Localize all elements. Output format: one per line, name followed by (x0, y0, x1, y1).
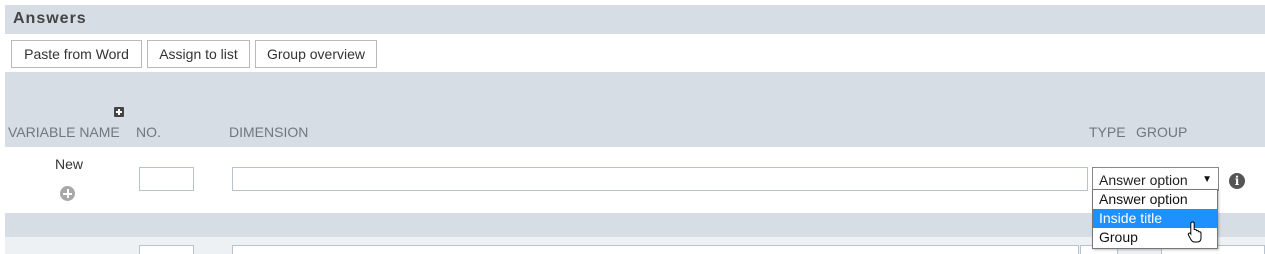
type-select[interactable]: Answer option ▼ (1092, 167, 1219, 191)
new-answer-row: New Answer option ▼ i (5, 147, 1265, 213)
number-input[interactable] (139, 167, 194, 191)
dimension-input-partial[interactable] (232, 245, 1079, 254)
column-group: GROUP (1136, 124, 1188, 140)
panel-title: Answers (13, 10, 87, 27)
answers-toolbar: Paste from Word Assign to list Group ove… (5, 34, 1265, 72)
type-select-value: Answer option (1099, 172, 1188, 188)
group-overview-button[interactable]: Group overview (255, 40, 377, 68)
add-circle-icon[interactable] (60, 186, 75, 201)
column-dimension: DIMENSION (229, 124, 309, 140)
info-icon[interactable]: i (1229, 173, 1245, 189)
column-header-row: VARIABLE NAME NO. DIMENSION TYPE GROUP (5, 72, 1265, 147)
paste-from-word-button[interactable]: Paste from Word (11, 40, 142, 68)
column-no: NO. (136, 124, 161, 140)
dropdown-option-answer-option[interactable]: Answer option (1093, 190, 1217, 209)
column-variable-name: VARIABLE NAME (8, 124, 120, 140)
column-type: TYPE (1089, 124, 1126, 140)
assign-to-list-button[interactable]: Assign to list (147, 40, 250, 68)
dimension-input[interactable] (232, 167, 1088, 191)
number-input-partial[interactable] (139, 245, 194, 254)
answer-row-partial (5, 237, 1265, 254)
mouse-pointer-icon (1187, 221, 1202, 243)
answers-panel-header: Answers (5, 5, 1265, 34)
new-row-label: New (55, 156, 84, 172)
expand-plus-icon[interactable] (114, 107, 124, 117)
row-separator (5, 213, 1265, 237)
